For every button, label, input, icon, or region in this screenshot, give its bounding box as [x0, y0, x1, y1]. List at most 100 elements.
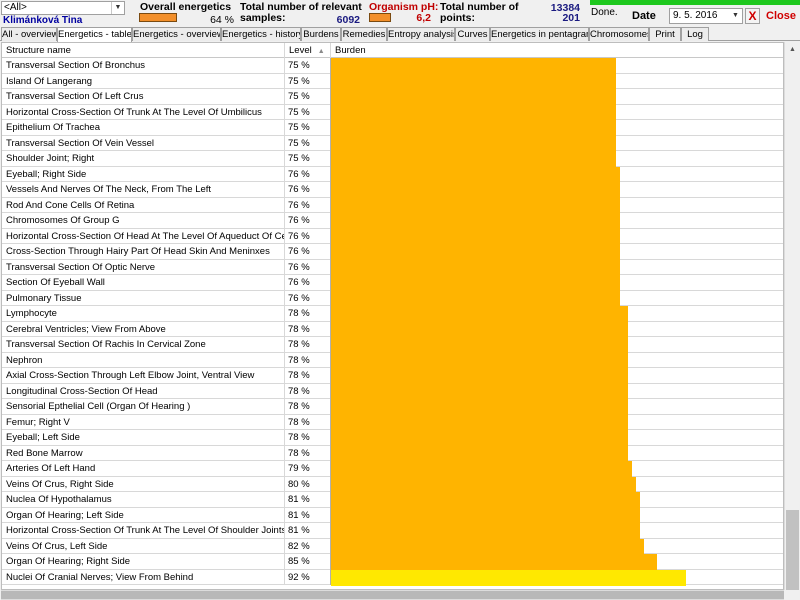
level-cell: 79 %	[285, 461, 331, 477]
horizontal-scrollbar-thumb[interactable]	[1, 591, 784, 599]
table-row[interactable]: Eyeball; Right Side 76 %	[2, 166, 783, 183]
burden-cell	[331, 368, 783, 385]
level-cell: 75 %	[285, 151, 331, 167]
tab-entropy-analysis[interactable]: Entropy analysis	[387, 27, 455, 41]
tab-all-overview[interactable]: All - overview	[1, 27, 57, 41]
table-row[interactable]: Veins Of Crus, Right Side 80 %	[2, 476, 783, 493]
burden-bar	[331, 213, 620, 230]
burden-cell	[331, 89, 783, 106]
horizontal-scrollbar[interactable]	[1, 590, 784, 600]
tab-log[interactable]: Log	[681, 27, 709, 41]
structure-name-cell: Section Of Eyeball Wall	[2, 275, 285, 291]
table-row[interactable]: Red Bone Marrow 78 %	[2, 445, 783, 462]
table-row[interactable]: Transversal Section Of Vein Vessel 75 %	[2, 135, 783, 152]
level-cell: 78 %	[285, 399, 331, 415]
table-row[interactable]: Lymphocyte 78 %	[2, 306, 783, 323]
column-header-burden[interactable]: Burden	[331, 43, 783, 58]
burden-cell	[331, 120, 783, 137]
vertical-scrollbar[interactable]: ▲	[784, 42, 800, 590]
close-button[interactable]: Close	[763, 8, 799, 24]
table-row[interactable]: Horizontal Cross-Section Of Head At The …	[2, 228, 783, 245]
level-cell: 76 %	[285, 213, 331, 229]
table-row[interactable]: Transversal Section Of Optic Nerve 76 %	[2, 259, 783, 276]
tab-energetics-table[interactable]: Energetics - table	[57, 27, 132, 42]
burden-bar	[331, 290, 620, 307]
table-row[interactable]: Cross-Section Through Hairy Part Of Head…	[2, 244, 783, 261]
level-cell: 78 %	[285, 352, 331, 368]
tab-bar: All - overview Energetics - table Energe…	[0, 27, 800, 42]
table-row[interactable]: Transversal Section Of Left Crus 75 %	[2, 89, 783, 106]
structure-name-cell: Transversal Section Of Vein Vessel	[2, 135, 285, 151]
burden-bar	[331, 197, 620, 214]
structure-name-cell: Red Bone Marrow	[2, 445, 285, 461]
table-row[interactable]: Horizontal Cross-Section Of Trunk At The…	[2, 523, 783, 540]
burden-cell	[331, 244, 783, 261]
table-row[interactable]: Sensorial Epthelial Cell (Organ Of Heari…	[2, 399, 783, 416]
column-header-structure-name[interactable]: Structure name	[2, 43, 285, 58]
arrow-up-icon[interactable]: ▲	[785, 42, 800, 57]
tab-curves[interactable]: Curves	[455, 27, 490, 41]
burden-bar	[331, 244, 620, 261]
table-row[interactable]: Nuclei Of Cranial Nerves; View From Behi…	[2, 569, 783, 586]
burden-cell	[331, 259, 783, 276]
tab-energetics-in-pentagram[interactable]: Energetics in pentagram	[490, 27, 589, 41]
tab-print[interactable]: Print	[649, 27, 681, 41]
date-combo[interactable]: 9. 5. 2016 ▼	[669, 8, 743, 24]
structure-name-cell: Cross-Section Through Hairy Part Of Head…	[2, 244, 285, 260]
burden-bar	[331, 445, 628, 462]
burden-cell	[331, 554, 783, 571]
tab-remedies[interactable]: Remedies	[341, 27, 387, 41]
burden-cell	[331, 461, 783, 478]
tab-chromosomes[interactable]: Chromosomes	[589, 27, 649, 41]
tab-energetics-overview[interactable]: Energetics - overview	[132, 27, 221, 41]
scrollbar-thumb[interactable]	[786, 510, 799, 590]
structure-name-cell: Longitudinal Cross-Section Of Head	[2, 383, 285, 399]
burden-cell	[331, 445, 783, 462]
table-row[interactable]: Chromosomes Of Group G 76 %	[2, 213, 783, 230]
burden-bar	[331, 368, 628, 385]
burden-bar	[331, 182, 620, 199]
close-icon[interactable]: X	[745, 8, 760, 24]
table-row[interactable]: Epithelium Of Trachea 75 %	[2, 120, 783, 137]
burden-cell	[331, 383, 783, 400]
structure-name-cell: Horizontal Cross-Section Of Trunk At The…	[2, 104, 285, 120]
tab-burdens[interactable]: Burdens	[301, 27, 341, 41]
column-header-level[interactable]: Level ▲	[285, 43, 331, 58]
header: <All> ▼ Klimánková Tina Overall energeti…	[0, 0, 800, 28]
level-cell: 78 %	[285, 368, 331, 384]
date-label: Date	[632, 10, 656, 22]
burden-cell	[331, 73, 783, 90]
table-row[interactable]: Transversal Section Of Bronchus 75 %	[2, 58, 783, 75]
table-row[interactable]: Organ Of Hearing; Left Side 81 %	[2, 507, 783, 524]
tab-energetics-history[interactable]: Energetics - history	[221, 27, 301, 41]
burden-cell	[331, 166, 783, 183]
burden-cell	[331, 197, 783, 214]
filter-combo[interactable]: <All> ▼	[1, 1, 125, 15]
burden-bar	[331, 228, 620, 245]
table-row[interactable]: Veins Of Crus, Left Side 82 %	[2, 538, 783, 555]
table-row[interactable]: Eyeball; Left Side 78 %	[2, 430, 783, 447]
structure-name-cell: Vessels And Nerves Of The Neck, From The…	[2, 182, 285, 198]
table-row[interactable]: Cerebral Ventricles; View From Above 78 %	[2, 321, 783, 338]
burden-bar	[331, 461, 632, 478]
structure-name-cell: Horizontal Cross-Section Of Head At The …	[2, 228, 285, 244]
table-row[interactable]: Femur; Right V 78 %	[2, 414, 783, 431]
table-row[interactable]: Horizontal Cross-Section Of Trunk At The…	[2, 104, 783, 121]
table-row[interactable]: Pulmonary Tissue 76 %	[2, 290, 783, 307]
burden-cell	[331, 182, 783, 199]
table-row[interactable]: Longitudinal Cross-Section Of Head 78 %	[2, 383, 783, 400]
table-row[interactable]: Transversal Section Of Rachis In Cervica…	[2, 337, 783, 354]
table-row[interactable]: Arteries Of Left Hand 79 %	[2, 461, 783, 478]
table-row[interactable]: Shoulder Joint; Right 75 %	[2, 151, 783, 168]
table-row[interactable]: Nephron 78 %	[2, 352, 783, 369]
table-row[interactable]: Axial Cross-Section Through Left Elbow J…	[2, 368, 783, 385]
table-row[interactable]: Vessels And Nerves Of The Neck, From The…	[2, 182, 783, 199]
table-row[interactable]: Organ Of Hearing; Right Side 85 %	[2, 554, 783, 571]
table-row[interactable]: Section Of Eyeball Wall 76 %	[2, 275, 783, 292]
chevron-down-icon[interactable]: ▼	[729, 9, 742, 23]
table-row[interactable]: Rod And Cone Cells Of Retina 76 %	[2, 197, 783, 214]
chevron-down-icon[interactable]: ▼	[111, 2, 124, 14]
table-row[interactable]: Nuclea Of Hypothalamus 81 %	[2, 492, 783, 509]
level-cell: 78 %	[285, 321, 331, 337]
table-row[interactable]: Island Of Langerang 75 %	[2, 73, 783, 90]
